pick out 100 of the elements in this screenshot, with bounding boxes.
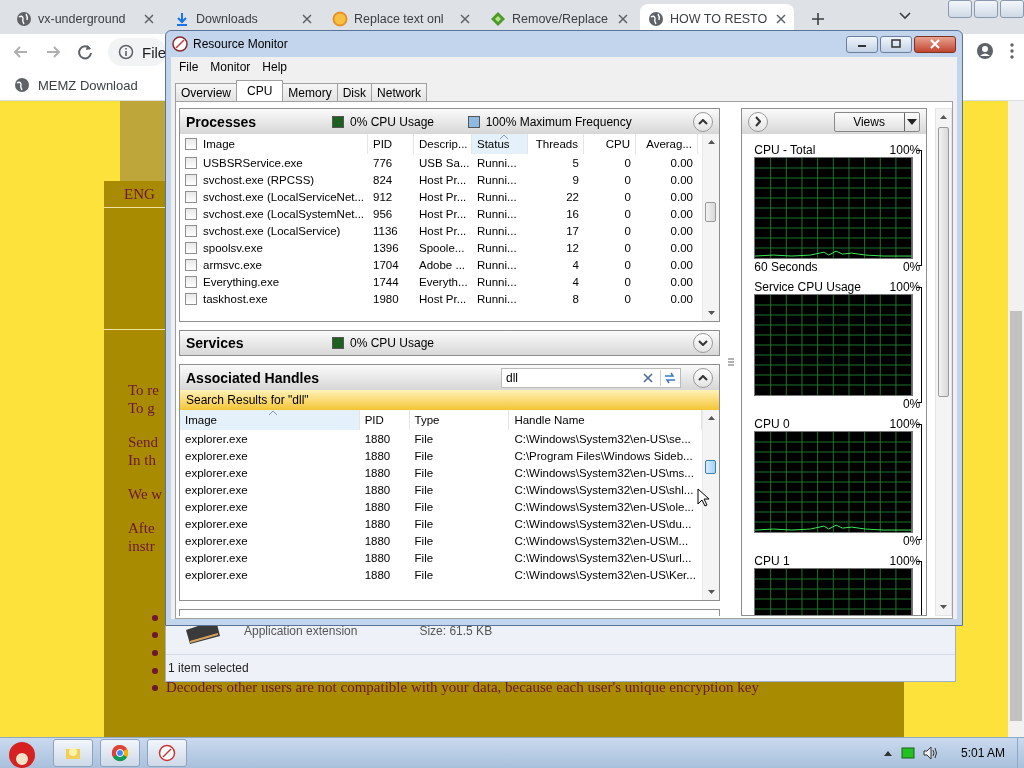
checkbox[interactable]	[185, 207, 197, 220]
taskbar-button[interactable]	[53, 739, 93, 767]
table-cell-text: 0	[623, 156, 632, 169]
scroll-up-icon[interactable]	[938, 114, 948, 120]
table-cell-text: Everyth...	[418, 275, 469, 288]
splitter-grip-icon[interactable]	[727, 358, 734, 366]
legend-label: 0% CPU Usage	[350, 114, 435, 129]
tab[interactable]: Network	[371, 83, 428, 101]
table-cell-text: C:\Windows\System32\en-US\url...	[513, 551, 693, 564]
table-cell-text: 9	[571, 173, 580, 186]
scrollbar[interactable]	[702, 134, 719, 321]
table-cell-text: 1880	[363, 466, 392, 479]
graph-title: Service CPU Usage	[754, 279, 861, 294]
tab[interactable]: Disk	[336, 83, 373, 101]
expand-button[interactable]	[748, 111, 769, 132]
close-icon[interactable]	[460, 14, 470, 24]
scrollbar[interactable]	[934, 108, 952, 616]
speaker-icon[interactable]	[922, 746, 939, 760]
new-tab-icon[interactable]	[810, 11, 826, 27]
maximize-button[interactable]	[880, 35, 912, 53]
table-cell-text: 1880	[363, 432, 392, 445]
close-button[interactable]	[914, 35, 956, 53]
scroll-down-icon[interactable]	[706, 589, 716, 596]
table-cell-text: Host Pr...	[418, 207, 468, 220]
table-cell-text: Runni...	[476, 241, 518, 254]
scroll-up-icon[interactable]	[706, 139, 716, 145]
browser-tab[interactable]: Downloads	[166, 4, 320, 34]
checkbox[interactable]	[185, 138, 197, 150]
collapse-button[interactable]	[693, 367, 713, 388]
checkbox[interactable]	[185, 190, 197, 203]
page-text: Send	[128, 433, 158, 451]
file-size: Size: 61.5 KB	[419, 624, 493, 638]
tab[interactable]: Memory	[282, 83, 338, 101]
minimize-button[interactable]	[846, 35, 878, 53]
menu-item[interactable]: File	[173, 58, 205, 76]
close-icon[interactable]	[618, 14, 628, 24]
checkbox[interactable]	[185, 258, 197, 271]
checkbox[interactable]	[185, 224, 197, 237]
column-header[interactable]: Status	[472, 134, 528, 154]
table-cell-text: Adobe ...	[418, 258, 467, 271]
scrollbar-thumb[interactable]	[705, 202, 716, 222]
table-cell-text: Runni...	[476, 173, 518, 186]
clear-icon[interactable]	[643, 372, 653, 383]
caret-icon[interactable]	[882, 749, 893, 757]
close-icon[interactable]	[302, 14, 312, 24]
table-cell-text: Host Pr...	[418, 173, 468, 186]
axis-label: 100%	[889, 553, 921, 568]
table-cell-text: Runni...	[476, 156, 518, 169]
menu-item[interactable]: Monitor	[204, 58, 257, 76]
views-button[interactable]: Views	[833, 111, 920, 132]
table-cell-text: explorer.exe	[184, 500, 249, 513]
scroll-down-icon[interactable]	[938, 604, 948, 610]
bookmark[interactable]: MEMZ Download	[14, 77, 138, 93]
clock[interactable]: 5:01 AM	[960, 746, 1005, 760]
table-cell-text: Runni...	[476, 224, 518, 237]
scrollbar[interactable]	[1008, 101, 1024, 737]
close-icon[interactable]	[776, 14, 786, 24]
page-text: Afte	[128, 519, 155, 537]
menu-icon[interactable]	[1010, 43, 1014, 59]
collapse-button[interactable]	[693, 111, 713, 132]
table-cell-text: 1880	[363, 517, 392, 530]
close-icon[interactable]	[144, 14, 154, 24]
table-cell-text: File	[413, 483, 435, 496]
tab[interactable]: CPU	[236, 80, 284, 101]
table-cell-text: explorer.exe	[184, 517, 249, 530]
collapse-button[interactable]	[693, 333, 713, 354]
table-cell-text: 4	[571, 258, 580, 271]
restore-button[interactable]	[974, 0, 998, 18]
scroll-down-icon[interactable]	[706, 309, 716, 316]
checkbox[interactable]	[185, 275, 197, 288]
table-cell-text: 776	[372, 156, 394, 169]
table-cell-text: File	[413, 517, 435, 530]
browser-tab[interactable]: vx-underground	[8, 4, 162, 34]
table-cell-text: 1744	[372, 275, 400, 288]
chevron-icon[interactable]	[898, 11, 912, 21]
checkbox[interactable]	[185, 292, 197, 305]
browser-tab[interactable]: Replace text onl	[324, 4, 478, 34]
scrollbar-thumb[interactable]	[705, 460, 716, 475]
search-field[interactable]: dll	[501, 367, 681, 388]
address-bar[interactable]: File	[108, 38, 166, 66]
reload-icon[interactable]	[76, 43, 94, 61]
table-cell-text: USB Sa...	[418, 156, 471, 169]
table-cell-text: 0	[623, 292, 632, 305]
browser-tab[interactable]: Remove/Replace	[482, 4, 636, 34]
scrollbar-thumb[interactable]	[937, 127, 949, 397]
section-title: Services	[186, 335, 245, 352]
taskbar-button[interactable]	[100, 739, 140, 767]
scroll-up-icon[interactable]	[706, 415, 716, 422]
table-cell-text: explorer.exe	[184, 449, 249, 462]
tab[interactable]: Overview	[175, 83, 237, 101]
profile-icon[interactable]	[976, 42, 994, 60]
table-cell-text: 0.00	[669, 156, 694, 169]
checkbox[interactable]	[185, 173, 197, 186]
taskbar-button[interactable]	[147, 739, 187, 767]
checkbox[interactable]	[185, 156, 197, 169]
scrollbar[interactable]	[702, 410, 719, 601]
checkbox[interactable]	[185, 241, 197, 254]
menu-item[interactable]: Help	[256, 58, 294, 76]
column-header[interactable]: Image	[180, 410, 360, 431]
network-icon[interactable]	[900, 747, 915, 759]
